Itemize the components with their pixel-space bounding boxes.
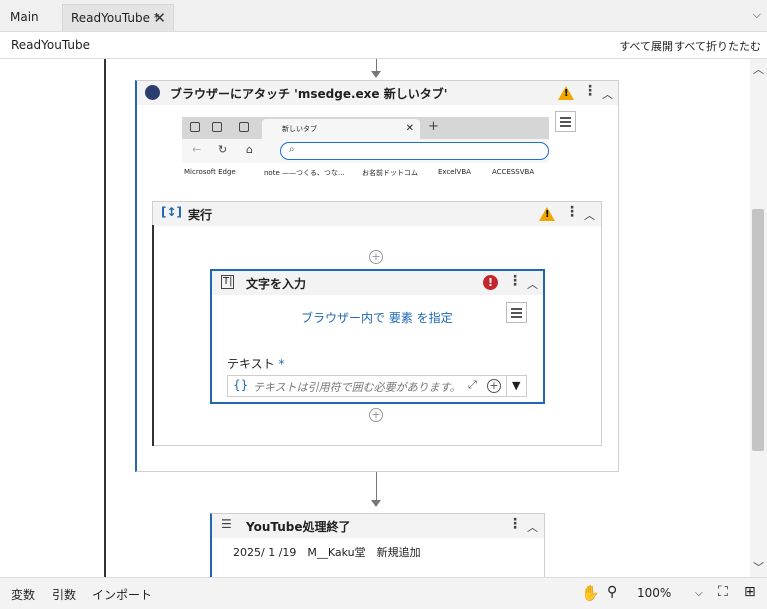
preview-address-bar: ⌕ [280, 142, 549, 160]
indicate-in-browser-link[interactable]: ブラウザー内で 要素 を指定 [301, 309, 453, 326]
expand-editor-icon[interactable]: ⤢ [468, 378, 477, 392]
collapse-chevron-icon[interactable]: ︿ [584, 207, 595, 223]
close-icon[interactable]: ✕ [153, 5, 166, 32]
collapse-chevron-icon[interactable]: ︿ [602, 86, 613, 102]
scroll-down-icon[interactable]: ﹀ [753, 559, 764, 575]
preview-tab: 新しいタブ ✕ [262, 119, 420, 139]
zoom-search-icon[interactable]: ⚲ [607, 584, 617, 600]
plus-icon[interactable]: + [487, 379, 501, 393]
youtube-end-title: YouTube処理終了 [246, 520, 351, 534]
preview-tab-title: 新しいタブ [282, 125, 317, 133]
text-input-placeholder: テキストは引用符で囲む必要があります。 [253, 381, 461, 394]
add-activity-plus-icon[interactable]: + [369, 408, 383, 422]
required-mark: * [278, 357, 285, 371]
close-icon: ✕ [405, 123, 414, 134]
preview-tab-strip: 新しいタブ ✕ + [182, 117, 549, 139]
tab-actions-icon [239, 122, 249, 132]
flow-connector [376, 472, 377, 500]
tab-readyoutube[interactable]: ReadYouTube * ✕ [62, 4, 174, 31]
arguments-panel-button[interactable]: 引数 [52, 586, 76, 603]
collections-icon [212, 122, 222, 132]
attach-browser-title: ブラウザーにアタッチ 'msedge.exe 新しいタブ' [170, 87, 448, 101]
variables-panel-button[interactable]: 変数 [11, 586, 35, 603]
bookmark-item: ExcelVBA [438, 168, 471, 176]
zoom-dropdown-chevron-icon[interactable]: ⌵ [695, 588, 703, 599]
type-into-activity[interactable]: T| 文字を入力 ! ⋮ ︿ ブラウザー内で 要素 を指定 テキスト * {} … [210, 269, 545, 404]
more-options-icon[interactable]: ⋮ [508, 516, 522, 532]
tab-readyoutube-label: ReadYouTube * [71, 11, 160, 25]
text-input[interactable]: {} テキストは引用符で囲む必要があります。 ⤢ + ▼ [227, 375, 527, 397]
attach-browser-header: ブラウザーにアタッチ 'msedge.exe 新しいタブ' ! ⋮ ︿ [137, 81, 618, 105]
text-field-label: テキスト * [227, 357, 285, 371]
designer-status-bar: 変数 引数 インポート ✋ ⚲ 100% ⌵ ⛶ ⊞ [0, 577, 767, 609]
new-tab-plus-icon: + [428, 119, 439, 134]
add-activity-plus-icon[interactable]: + [369, 250, 383, 264]
flow-arrow [371, 71, 381, 78]
document-tab-bar: Main ReadYouTube * ✕ ⌵ [0, 0, 767, 32]
fit-to-screen-icon[interactable]: ⛶ [718, 584, 728, 600]
sequence-icon: [↕] [161, 205, 183, 219]
expand-all-link[interactable]: すべて展開 [619, 38, 673, 54]
breadcrumb[interactable]: ReadYouTube [11, 38, 90, 52]
tab-main-label: Main [10, 10, 39, 24]
type-into-header: T| 文字を入力 ! ⋮ ︿ [212, 271, 543, 295]
scrollbar-thumb[interactable] [752, 209, 764, 451]
execute-header: [↕] 実行 ! ⋮ ︿ [153, 202, 601, 226]
execute-title: 実行 [188, 208, 213, 222]
home-icon: ⌂ [246, 143, 253, 156]
bookmark-item: お名前ドットコム [362, 169, 418, 177]
chevron-down-icon[interactable]: ⌵ [753, 8, 761, 22]
hand-pan-icon[interactable]: ✋ [581, 584, 600, 602]
scroll-up-icon[interactable]: ︿ [753, 61, 764, 77]
more-options-icon[interactable]: ⋮ [508, 273, 522, 289]
warning-icon: ! [539, 207, 555, 221]
execute-left-border [152, 225, 154, 446]
bookmark-item: ACCESSVBA [492, 168, 535, 176]
type-into-menu-button[interactable] [506, 302, 527, 323]
error-icon: ! [483, 275, 498, 290]
imports-panel-button[interactable]: インポート [92, 586, 152, 603]
reset-zoom-icon[interactable]: ⊞ [744, 584, 756, 600]
youtube-end-activity[interactable]: ☰ YouTube処理終了 ⋮ ︿ 2025/ 1 /19 M__Kaku堂 新… [210, 513, 545, 577]
more-options-icon[interactable]: ⋮ [565, 204, 579, 220]
collapse-chevron-icon[interactable]: ︿ [527, 519, 538, 535]
back-arrow-icon: ← [192, 143, 202, 156]
collapse-all-link[interactable]: すべて折りたたむ [674, 38, 761, 54]
flow-arrow [371, 500, 381, 507]
zoom-level[interactable]: 100% [637, 586, 671, 600]
vertical-scrollbar[interactable]: ︿ ﹀ [750, 59, 767, 577]
attach-browser-menu-button[interactable] [555, 111, 576, 132]
type-into-title: 文字を入力 [246, 277, 307, 291]
comment-text: 2025/ 1 /19 M__Kaku堂 新規追加 [233, 546, 421, 559]
workspace-icon [190, 122, 200, 132]
tab-main[interactable]: Main [2, 4, 47, 31]
browser-preview-image: 新しいタブ ✕ + ← ↻ ⌂ ⌕ Microsoft Edge note ——… [182, 117, 549, 183]
caret-down-icon: ▼ [512, 379, 521, 392]
preview-nav-bar: ← ↻ ⌂ ⌕ [182, 139, 549, 163]
warning-icon: ! [558, 86, 574, 100]
designer-header: ReadYouTube すべて展開 すべて折りたたむ [0, 32, 767, 59]
youtube-end-header: ☰ YouTube処理終了 ⋮ ︿ [212, 514, 544, 538]
more-options-icon[interactable]: ⋮ [583, 83, 597, 99]
bookmark-item: Microsoft Edge [184, 168, 236, 176]
dropdown-button[interactable]: ▼ [506, 376, 527, 396]
browser-globe-icon [145, 85, 160, 100]
sequence-connector-line [104, 59, 106, 577]
bookmark-item: note ——つくる、つな... [264, 169, 345, 177]
expression-braces-icon[interactable]: {} [233, 378, 248, 392]
preview-bookmarks-bar: Microsoft Edge note ——つくる、つな... お名前ドットコム… [182, 163, 549, 183]
collapse-chevron-icon[interactable]: ︿ [527, 276, 538, 292]
comment-icon: ☰ [221, 517, 232, 531]
type-into-icon: T| [221, 275, 235, 289]
refresh-icon: ↻ [218, 143, 228, 156]
search-icon: ⌕ [289, 144, 295, 155]
